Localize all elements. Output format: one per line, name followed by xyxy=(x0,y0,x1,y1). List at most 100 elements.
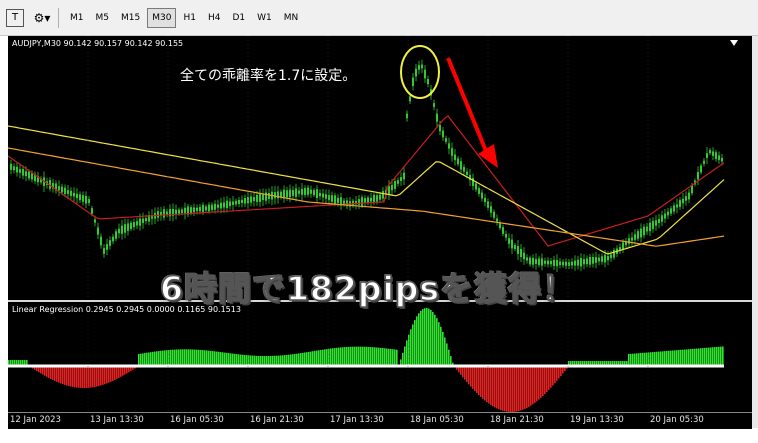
histogram-bar xyxy=(364,346,366,366)
histogram-bar xyxy=(472,366,474,389)
histogram-bar xyxy=(262,355,264,366)
histogram-bar xyxy=(308,351,310,366)
histogram-bar xyxy=(118,366,120,378)
histogram-bar xyxy=(354,346,356,366)
candle xyxy=(124,224,126,233)
histogram-bar xyxy=(62,366,64,385)
histogram-bar xyxy=(482,366,484,399)
histogram-bar xyxy=(632,353,634,366)
histogram-bar xyxy=(316,350,318,366)
candle xyxy=(16,166,18,173)
candle xyxy=(580,258,582,267)
candle xyxy=(313,190,315,196)
candle xyxy=(400,177,402,181)
histogram-bar xyxy=(504,366,506,412)
candle xyxy=(136,221,138,226)
timeframe-w1[interactable]: W1 xyxy=(252,8,277,28)
candle xyxy=(409,96,411,102)
timeframe-mn[interactable]: MN xyxy=(279,8,304,28)
candle xyxy=(184,207,186,214)
histogram-bar xyxy=(114,366,116,380)
histogram-bar xyxy=(466,366,468,382)
histogram-bar xyxy=(274,355,276,366)
histogram-bar xyxy=(352,346,354,366)
candle xyxy=(406,113,408,119)
candle xyxy=(19,169,21,173)
candle xyxy=(58,186,60,191)
template-icon[interactable]: T xyxy=(6,8,24,27)
histogram-bar xyxy=(486,366,488,403)
histogram-bar xyxy=(704,347,706,366)
histogram-bar xyxy=(60,366,62,384)
candle xyxy=(22,169,24,176)
candle xyxy=(190,207,192,214)
linear-regression-pane[interactable] xyxy=(8,302,752,412)
histogram-bar xyxy=(242,354,244,366)
histogram-bar xyxy=(470,366,472,387)
candle xyxy=(595,257,597,263)
candle xyxy=(520,248,522,258)
histogram-bar xyxy=(52,366,54,380)
histogram-bar xyxy=(346,346,348,366)
candle xyxy=(331,195,333,202)
candle xyxy=(484,197,486,203)
histogram-bar xyxy=(534,366,536,403)
histogram-bar xyxy=(360,346,362,366)
tools-dropdown-icon[interactable]: ⚙▾ xyxy=(30,9,54,27)
candle xyxy=(682,198,684,204)
candle xyxy=(505,233,507,238)
candle xyxy=(328,195,330,200)
candle xyxy=(583,259,585,265)
candle xyxy=(415,68,417,77)
histogram-bar xyxy=(664,351,666,366)
candle xyxy=(493,211,495,218)
candle xyxy=(640,228,642,238)
histogram-bar xyxy=(192,349,194,366)
histogram-bar xyxy=(200,349,202,366)
candle xyxy=(115,231,117,239)
chart-window[interactable]: 12 Jan 2023 13 Jan 13:30 16 Jan 05:30 16 Ja… xyxy=(8,36,752,429)
candle xyxy=(319,192,321,197)
histogram-bar xyxy=(540,366,542,398)
histogram-bar xyxy=(500,366,502,411)
histogram-bar xyxy=(234,353,236,366)
timeframe-h4[interactable]: H4 xyxy=(203,8,226,28)
candle xyxy=(517,245,519,255)
candle xyxy=(667,211,669,216)
timeframe-m15[interactable]: M15 xyxy=(116,8,145,28)
timeframe-m1[interactable]: M1 xyxy=(65,8,89,28)
candle xyxy=(301,188,303,195)
histogram-bar xyxy=(518,366,520,412)
histogram-bar xyxy=(178,349,180,366)
histogram-bar xyxy=(164,350,166,366)
timeframe-m5[interactable]: M5 xyxy=(91,8,115,28)
candle xyxy=(70,190,72,196)
candle xyxy=(697,172,699,180)
histogram-bar xyxy=(464,366,466,380)
time-axis-label: 19 Jan 13:30 xyxy=(570,415,624,425)
histogram-bar xyxy=(210,350,212,366)
candle xyxy=(157,211,159,218)
histogram-bar xyxy=(64,366,66,385)
histogram-bar xyxy=(250,355,252,366)
histogram-bar xyxy=(48,366,50,378)
histogram-bar xyxy=(416,316,418,366)
timeframe-d1[interactable]: D1 xyxy=(227,8,250,28)
histogram-bar xyxy=(220,352,222,366)
histogram-bar xyxy=(488,366,490,404)
candle xyxy=(613,249,615,258)
histogram-bar xyxy=(410,329,412,366)
histogram-bar xyxy=(350,346,352,366)
candle xyxy=(100,236,102,246)
histogram-bar xyxy=(514,366,516,412)
candle xyxy=(439,124,441,132)
histogram-bar xyxy=(276,355,278,366)
price-chart[interactable] xyxy=(8,36,752,300)
timeframe-m30[interactable]: M30 xyxy=(147,7,177,28)
candle xyxy=(217,204,219,208)
candle xyxy=(577,259,579,266)
candle xyxy=(106,244,108,250)
timeframe-h1[interactable]: H1 xyxy=(178,8,201,28)
histogram-bar xyxy=(58,366,60,383)
histogram-bar xyxy=(146,352,148,366)
